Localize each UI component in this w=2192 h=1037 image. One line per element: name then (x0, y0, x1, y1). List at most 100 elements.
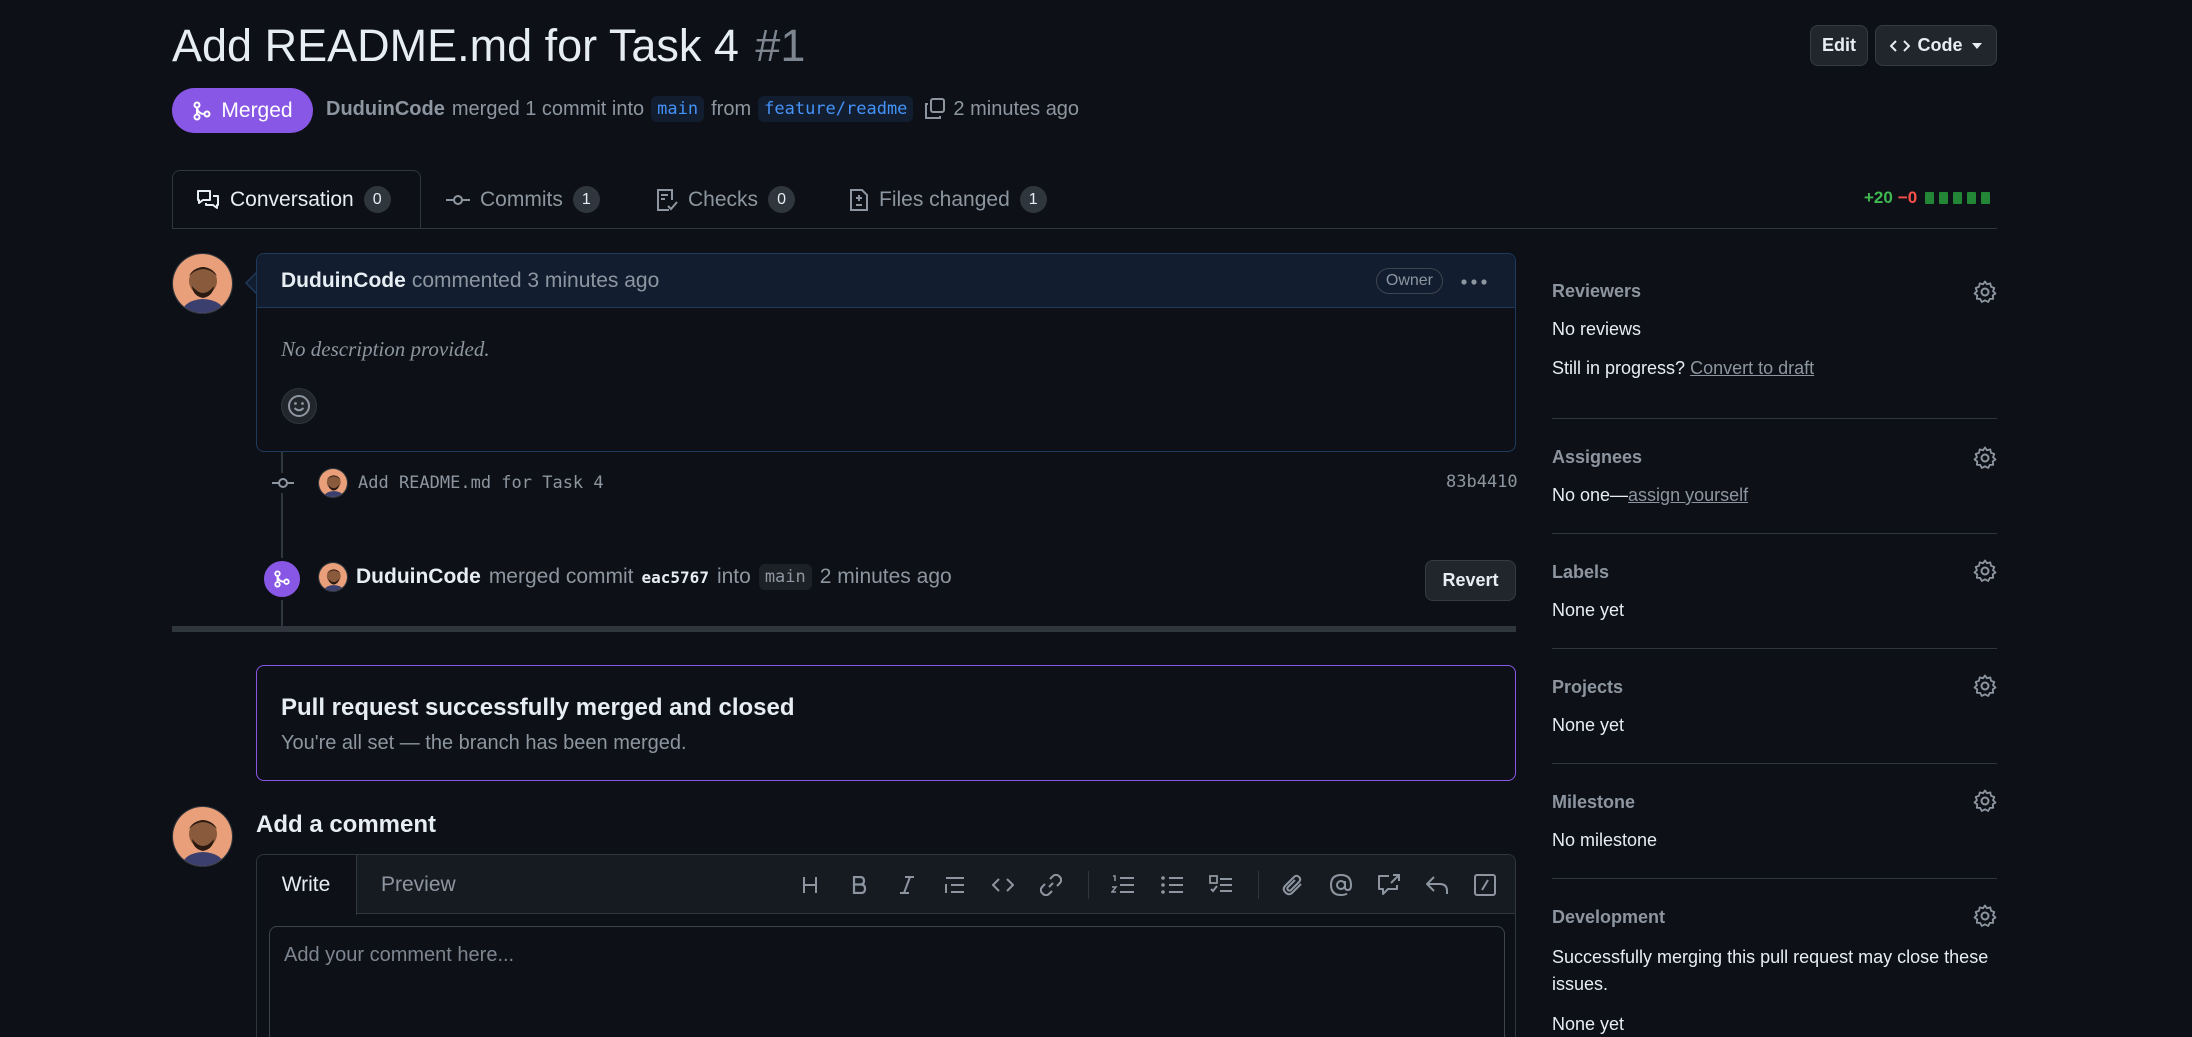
link-icon[interactable] (1038, 872, 1064, 898)
pr-title-text: Add README.md for Task 4 (172, 20, 739, 71)
code-button[interactable]: Code (1875, 25, 1997, 66)
git-commit-icon (446, 194, 470, 206)
milestone-value: No milestone (1552, 830, 1658, 850)
tasklist-icon[interactable] (1208, 872, 1234, 898)
pr-number: #1 (755, 20, 806, 71)
sidebar-section-title[interactable]: Projects (1552, 677, 1623, 697)
merge-status-box: Pull request successfully merged and clo… (256, 665, 1516, 781)
sidebar-section-title[interactable]: Labels (1552, 562, 1609, 582)
code-icon[interactable] (990, 872, 1016, 898)
sidebar-projects-header: Projects (1552, 674, 1997, 716)
assign-yourself-link[interactable]: assign yourself (1628, 485, 1748, 505)
sidebar-section-title[interactable]: Reviewers (1552, 281, 1641, 301)
comment-header: DuduinCode commented 3 minutes ago Owner (257, 254, 1515, 308)
comment-textarea[interactable]: Add your comment here... (269, 926, 1505, 1037)
pr-title: Add README.md for Task 4 #1 (172, 20, 805, 72)
commit-message[interactable]: Add README.md for Task 4 (358, 473, 604, 493)
comment-action: commented 3 minutes ago (411, 268, 660, 292)
tab-label: Files changed (879, 187, 1010, 211)
head-branch[interactable]: feature/readme (758, 96, 914, 122)
comment-box: DuduinCode commented 3 minutes ago Owner… (256, 253, 1516, 452)
quote-icon[interactable] (942, 872, 968, 898)
assignees-value: No one— (1552, 485, 1629, 505)
tab-files-changed[interactable]: Files changed 1 (849, 186, 1047, 213)
convert-to-draft-link[interactable]: Convert to draft (1690, 358, 1814, 378)
diffstat-block (1967, 192, 1977, 204)
comment-discussion-icon (196, 189, 220, 211)
sidebar-section-title[interactable]: Development (1552, 907, 1665, 927)
bold-icon[interactable] (846, 872, 872, 898)
draft-row: Still in progress? Convert to draft (1552, 358, 1997, 379)
gear-icon[interactable] (1973, 446, 1997, 470)
author-link[interactable]: DuduinCode (326, 98, 445, 121)
merge-time: 2 minutes ago (819, 565, 952, 588)
merge-commit-sha[interactable]: eac5767 (642, 568, 709, 587)
timeline-end-divider (172, 626, 1516, 632)
comment-author[interactable]: DuduinCode (281, 269, 406, 293)
from-text: from (711, 97, 752, 120)
tab-count: 1 (572, 186, 600, 213)
copy-icon[interactable] (924, 98, 946, 120)
commit-row: Add README.md for Task 4 (272, 468, 604, 498)
edit-button[interactable]: Edit (1810, 25, 1868, 66)
tab-preview[interactable]: Preview (381, 855, 456, 914)
ordered-list-icon[interactable] (1110, 872, 1136, 898)
caret-down-icon (1971, 42, 1983, 50)
gear-icon[interactable] (1973, 904, 1997, 928)
base-branch[interactable]: main (651, 96, 705, 122)
merge-event-badge (261, 558, 303, 600)
avatar[interactable] (318, 562, 348, 592)
git-merge-icon (273, 570, 291, 588)
gear-icon[interactable] (1973, 559, 1997, 583)
code-icon (1889, 38, 1910, 54)
toolbar-separator (1088, 871, 1089, 899)
add-reaction-button[interactable] (281, 388, 317, 424)
development-text: Successfully merging this pull request m… (1552, 947, 1989, 994)
reply-icon[interactable] (1424, 872, 1450, 898)
diffstat-block (1925, 192, 1935, 204)
assignees-row: No one—assign yourself (1552, 485, 1997, 506)
tab-count: 0 (363, 186, 391, 213)
checklist-icon (656, 188, 678, 212)
labels-value: None yet (1552, 600, 1625, 620)
gear-icon[interactable] (1973, 674, 1997, 698)
heading-icon[interactable] (797, 872, 823, 898)
merged-status-badge: Merged (172, 88, 313, 133)
paperclip-icon[interactable] (1280, 872, 1306, 898)
merge-author[interactable]: DuduinCode (356, 565, 481, 589)
tab-commits[interactable]: Commits 1 (446, 186, 600, 213)
into-text: into (716, 565, 751, 588)
mention-icon[interactable] (1328, 872, 1354, 898)
pr-meta: DuduinCode merged 1 commit into main fro… (326, 96, 1079, 122)
italic-icon[interactable] (894, 872, 920, 898)
tab-write[interactable]: Write (257, 855, 357, 915)
sidebar-milestone-header: Milestone (1552, 789, 1997, 831)
avatar[interactable] (172, 253, 233, 314)
merge-branch[interactable]: main (758, 564, 812, 590)
git-merge-icon (192, 101, 212, 121)
diffstat-block (1981, 192, 1991, 204)
cross-reference-icon[interactable] (1376, 872, 1402, 898)
merged-text: merged 1 commit into (451, 97, 645, 120)
sidebar-section-title[interactable]: Assignees (1552, 447, 1642, 467)
sidebar-section-title[interactable]: Milestone (1552, 792, 1635, 812)
gear-icon[interactable] (1973, 280, 1997, 304)
tabs-divider (172, 228, 1997, 229)
merge-text: merged commit (488, 565, 634, 588)
avatar[interactable] (172, 806, 233, 867)
slash-command-icon[interactable] (1472, 872, 1498, 898)
gear-icon[interactable] (1973, 789, 1997, 813)
avatar[interactable] (318, 468, 348, 498)
merge-box-title: Pull request successfully merged and clo… (281, 694, 795, 721)
sidebar-divider (1552, 878, 1997, 879)
unordered-list-icon[interactable] (1159, 872, 1185, 898)
tab-checks[interactable]: Checks 0 (656, 186, 796, 213)
kebab-horizontal-icon[interactable] (1461, 279, 1487, 285)
revert-button[interactable]: Revert (1425, 560, 1516, 601)
commit-sha[interactable]: 83b4410 (1446, 472, 1518, 492)
tab-conversation[interactable]: Conversation 0 (196, 186, 391, 213)
sidebar-divider (1552, 648, 1997, 649)
status-label: Merged (221, 98, 293, 122)
additions-count: +20 (1864, 188, 1893, 207)
comment-editor: Write Preview Add your comment here... (256, 854, 1516, 1037)
